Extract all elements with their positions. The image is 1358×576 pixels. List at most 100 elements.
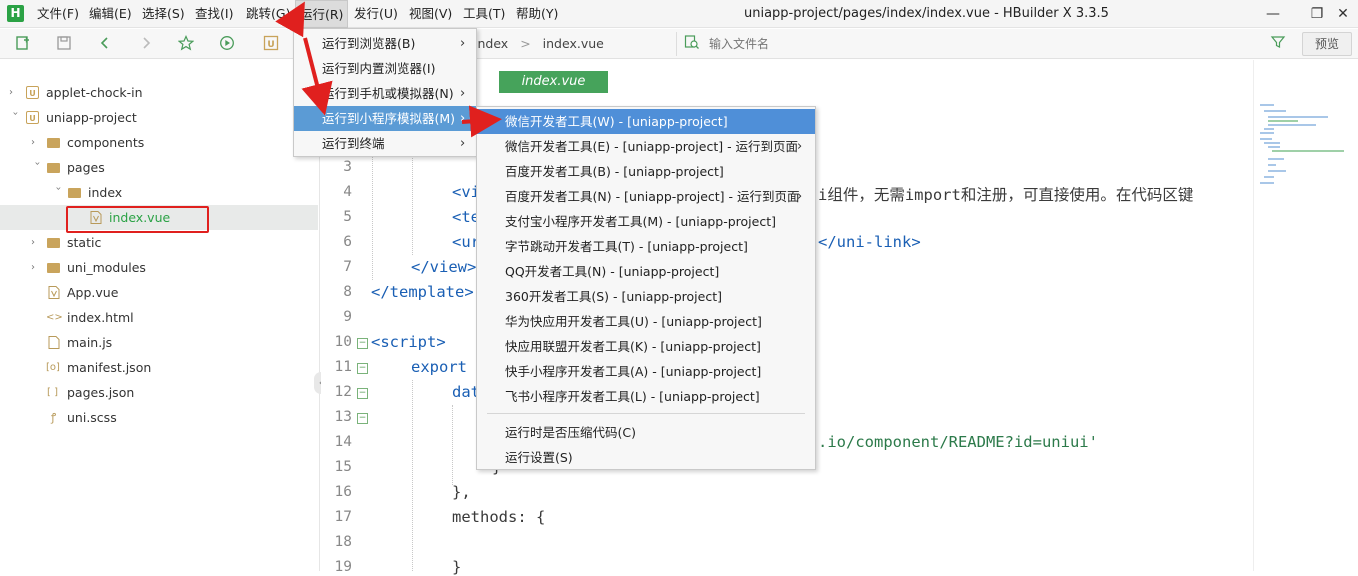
menu-item-label: 飞书小程序开发者工具(L) - [uniapp-project] [505, 389, 760, 404]
line-number: 10 [334, 334, 352, 350]
line-number: 4 [343, 184, 352, 200]
tree-item-uni-scss[interactable]: ꝭ uni.scss [0, 405, 318, 430]
tree-item-manifest-json[interactable]: [o] manifest.json [0, 355, 318, 380]
minimap-divider [1253, 60, 1254, 571]
minimize-button[interactable]: — [1258, 0, 1288, 28]
chevron-down-icon[interactable]: › [25, 162, 50, 174]
forward-icon[interactable] [137, 35, 155, 53]
menu-publish[interactable]: 发行(U) [354, 0, 398, 28]
tree-item-app-vue[interactable]: App.vue [0, 280, 318, 305]
new-file-icon[interactable] [14, 35, 32, 53]
menu-item-label: 运行到浏览器(B) [322, 36, 416, 51]
tree-item-main-js[interactable]: main.js [0, 330, 318, 355]
close-button[interactable]: ✕ [1328, 0, 1358, 28]
breadcrumb-item[interactable]: index [474, 36, 508, 51]
code-line-4-tail: i组件，无需import和注册，可直接使用。在代码区键 [818, 186, 1194, 204]
tree-item-components[interactable]: › components [0, 130, 318, 155]
tree-item-index-folder[interactable]: › index [0, 180, 318, 205]
code-line-16: }, [452, 483, 471, 501]
svg-text:U: U [267, 40, 274, 50]
menu-item-run-builtin-browser[interactable]: 运行到内置浏览器(I) [294, 56, 476, 81]
tree-item-applet-chock-in[interactable]: › U applet-chock-in [0, 80, 318, 105]
menu-item-bytedance-devtools[interactable]: 字节跳动开发者工具(T) - [uniapp-project] [477, 234, 815, 259]
minimap-line [1264, 110, 1286, 112]
window-title: uniapp-project/pages/index/index.vue - H… [744, 6, 1109, 21]
scss-file-icon: ꝭ [50, 411, 57, 424]
fold-toggle-icon[interactable]: − [357, 338, 368, 349]
menu-view[interactable]: 视图(V) [409, 0, 452, 28]
tree-item-index-html[interactable]: <> index.html [0, 305, 318, 330]
menu-item-compress-code[interactable]: 运行时是否压缩代码(C) [477, 420, 815, 445]
line-number: 17 [334, 509, 352, 525]
file-name-input[interactable] [709, 33, 1249, 55]
menu-item-wechat-devtools-page[interactable]: 微信开发者工具(E) - [uniapp-project] - 运行到页面 › [477, 134, 815, 159]
menu-edit[interactable]: 编辑(E) [89, 0, 132, 28]
tree-item-uni-modules[interactable]: › uni_modules [0, 255, 318, 280]
tree-item-static[interactable]: › static [0, 230, 318, 255]
fold-toggle-icon[interactable]: − [357, 413, 368, 424]
menu-item-label: 360开发者工具(S) - [uniapp-project] [505, 289, 722, 304]
menu-item-label: 运行到内置浏览器(I) [322, 61, 436, 76]
filter-icon[interactable] [1269, 34, 1287, 52]
menu-item-huawei-quickapp-devtools[interactable]: 华为快应用开发者工具(U) - [uniapp-project] [477, 309, 815, 334]
run-icon[interactable] [218, 35, 236, 53]
minimap-line [1260, 132, 1274, 134]
menu-goto[interactable]: 跳转(G) [246, 0, 290, 28]
menu-separator [487, 413, 805, 414]
menu-item-run-terminal[interactable]: 运行到终端 › [294, 131, 476, 156]
uni-icon[interactable]: U [262, 35, 280, 53]
fold-toggle-icon[interactable]: − [357, 388, 368, 399]
chevron-down-icon[interactable]: › [46, 187, 71, 199]
chevron-right-icon[interactable]: › [31, 255, 43, 280]
star-icon[interactable] [177, 35, 195, 53]
tree-item-uniapp-project[interactable]: › U uniapp-project [0, 105, 318, 130]
menu-select[interactable]: 选择(S) [142, 0, 185, 28]
code-line-19: } [452, 558, 462, 576]
minimap[interactable] [1258, 100, 1348, 200]
menu-item-run-settings[interactable]: 运行设置(S) [477, 445, 815, 470]
html-file-icon: <> [46, 312, 63, 323]
chevron-down-icon[interactable]: › [3, 112, 28, 124]
menu-item-baidu-devtools-page[interactable]: 百度开发者工具(N) - [uniapp-project] - 运行到页面 › [477, 184, 815, 209]
menu-item-run-browser[interactable]: 运行到浏览器(B) › [294, 31, 476, 56]
chevron-right-icon[interactable]: › [31, 130, 43, 155]
project-icon: U [26, 111, 39, 124]
menu-item-wechat-devtools[interactable]: 微信开发者工具(W) - [uniapp-project] [477, 109, 815, 134]
back-icon[interactable] [96, 35, 114, 53]
chevron-right-icon[interactable]: › [31, 230, 43, 255]
chevron-right-icon: › [460, 36, 466, 51]
menu-item-quickapp-alliance-devtools[interactable]: 快应用联盟开发者工具(K) - [uniapp-project] [477, 334, 815, 359]
menu-file[interactable]: 文件(F) [37, 0, 79, 28]
menu-item-alipay-devtools[interactable]: 支付宝小程序开发者工具(M) - [uniapp-project] [477, 209, 815, 234]
chevron-right-icon: › [460, 86, 466, 101]
menu-item-run-phone[interactable]: 运行到手机或模拟器(N) › [294, 81, 476, 106]
tree-item-pages[interactable]: › pages [0, 155, 318, 180]
menu-item-label: 运行到小程序模拟器(M) [322, 111, 456, 126]
minimap-line [1268, 124, 1316, 126]
tree-item-label: index [88, 185, 123, 200]
menu-find[interactable]: 查找(I) [195, 0, 233, 28]
selection-annotation-box [66, 206, 209, 233]
tree-item-label: applet-chock-in [46, 85, 143, 100]
menu-item-qq-devtools[interactable]: QQ开发者工具(N) - [uniapp-project] [477, 259, 815, 284]
minimap-line [1268, 120, 1298, 122]
menu-item-run-miniprogram[interactable]: 运行到小程序模拟器(M) › [294, 106, 476, 131]
editor-tab-index-vue[interactable]: index.vue [499, 71, 608, 93]
menu-help[interactable]: 帮助(Y) [516, 0, 558, 28]
file-filter [676, 32, 1288, 56]
menu-item-kuaishou-devtools[interactable]: 快手小程序开发者工具(A) - [uniapp-project] [477, 359, 815, 384]
menu-item-label: 支付宝小程序开发者工具(M) - [uniapp-project] [505, 214, 776, 229]
menu-item-baidu-devtools[interactable]: 百度开发者工具(B) - [uniapp-project] [477, 159, 815, 184]
menu-item-360-devtools[interactable]: 360开发者工具(S) - [uniapp-project] [477, 284, 815, 309]
chevron-right-icon[interactable]: › [9, 80, 21, 105]
menu-run[interactable]: 运行(R) [295, 0, 349, 28]
tree-item-label: pages [67, 160, 105, 175]
fold-toggle-icon[interactable]: − [357, 363, 368, 374]
menu-item-feishu-devtools[interactable]: 飞书小程序开发者工具(L) - [uniapp-project] [477, 384, 815, 409]
breadcrumb-item[interactable]: index.vue [543, 36, 604, 51]
menu-tools[interactable]: 工具(T) [463, 0, 505, 28]
line-number: 12 [334, 384, 352, 400]
save-icon[interactable] [55, 35, 73, 53]
tree-item-pages-json[interactable]: [ ] pages.json [0, 380, 318, 405]
preview-button[interactable]: 预览 [1302, 32, 1352, 56]
